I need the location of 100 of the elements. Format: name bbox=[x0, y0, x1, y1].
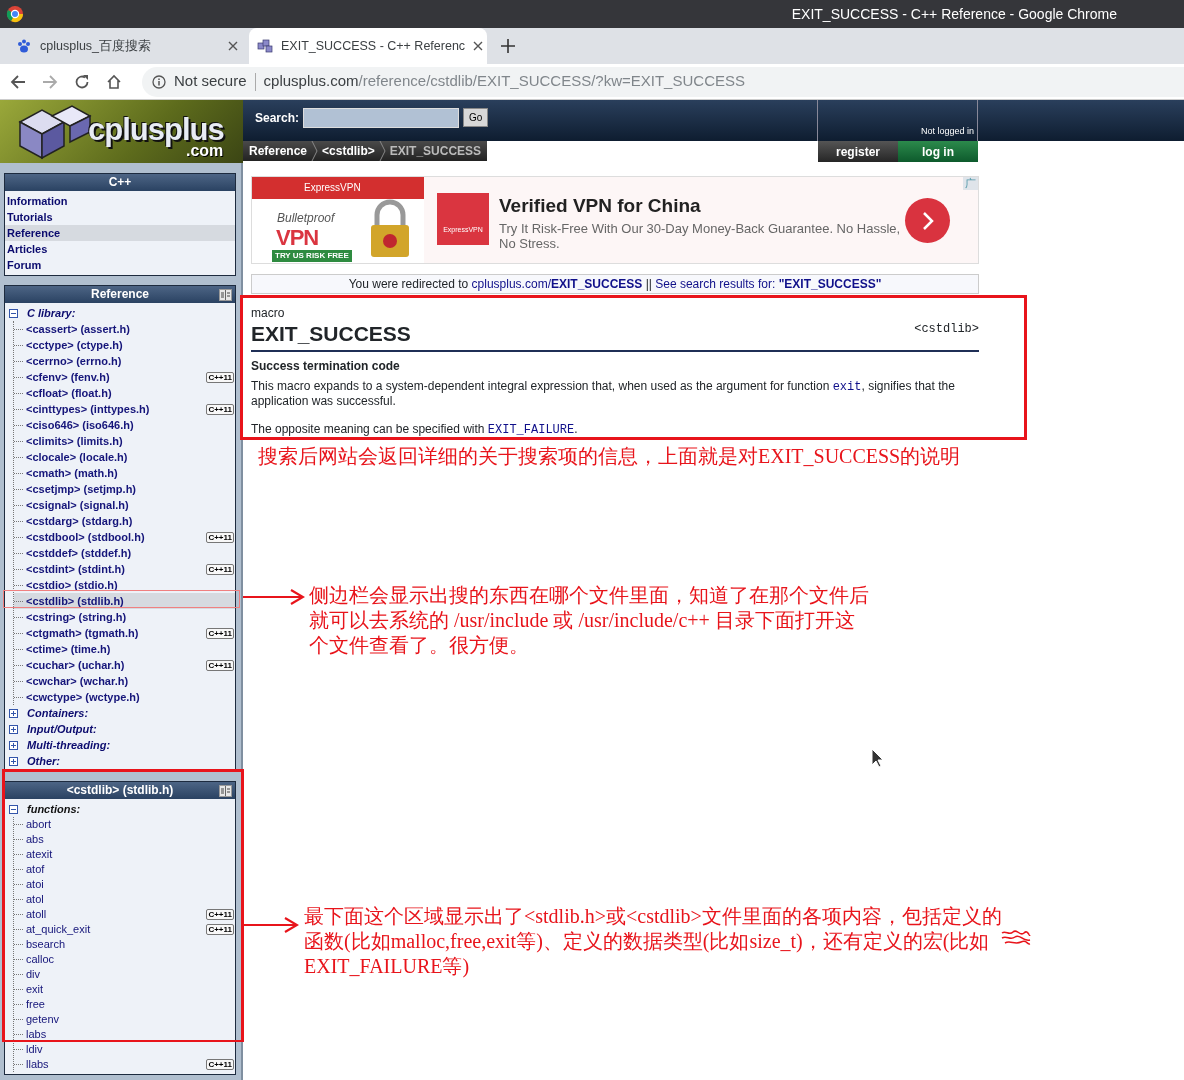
cursor-icon bbox=[871, 748, 885, 768]
collapse-icon[interactable] bbox=[9, 308, 18, 318]
menu-link[interactable]: Reference bbox=[5, 225, 235, 241]
collapse-icon[interactable] bbox=[9, 804, 18, 814]
tree-link[interactable]: free bbox=[26, 998, 45, 1010]
tree-link[interactable]: getenv bbox=[26, 1013, 60, 1025]
tree-link[interactable]: ldiv bbox=[26, 1043, 43, 1055]
annotation-arrow bbox=[243, 588, 305, 606]
address-bar[interactable]: Not secure cplusplus.com/reference/cstdlib/EXIT_SUCCESS/?kw=EXIT_SUCCESS bbox=[142, 66, 1184, 97]
expand-icon[interactable] bbox=[9, 756, 18, 766]
panel-title: C++ bbox=[108, 175, 132, 189]
tree-link[interactable]: <ctime> (time.h) bbox=[26, 643, 111, 655]
menu-link[interactable]: Information bbox=[5, 193, 235, 209]
register-button[interactable]: register bbox=[818, 141, 898, 162]
tree-link[interactable]: llabs bbox=[26, 1058, 49, 1070]
tree-link[interactable]: <cassert> (assert.h) bbox=[26, 323, 130, 335]
tree-link[interactable]: exit bbox=[26, 983, 44, 995]
tree-link[interactable]: <cstddef> (stddef.h) bbox=[26, 547, 132, 559]
go-button[interactable]: Go bbox=[463, 108, 489, 127]
version-badge: C++11 bbox=[206, 404, 234, 415]
chevron-icon bbox=[311, 141, 319, 161]
site-logo[interactable]: cplusplus .com bbox=[0, 100, 243, 163]
close-icon[interactable] bbox=[228, 41, 238, 51]
entry-kind: macro bbox=[251, 305, 286, 322]
login-status: Not logged in bbox=[920, 124, 974, 138]
search-field[interactable] bbox=[303, 107, 460, 128]
ad-brand: ExpressVPN bbox=[252, 177, 424, 199]
expand-icon[interactable] bbox=[9, 708, 18, 718]
breadcrumb-link[interactable]: <cstdlib> bbox=[322, 142, 375, 160]
tree-link[interactable]: <cwctype> (wctype.h) bbox=[26, 691, 140, 703]
tree-link[interactable]: <ctgmath> (tgmath.h) bbox=[26, 627, 139, 639]
browser-tab[interactable]: EXIT_SUCCESS - C++ Referenc bbox=[249, 28, 487, 64]
tree-link[interactable]: div bbox=[26, 968, 41, 980]
tree-link[interactable]: <climits> (limits.h) bbox=[26, 435, 123, 447]
login-button[interactable]: log in bbox=[898, 141, 978, 162]
url-text: cplusplus.com/reference/cstdlib/EXIT_SUCCESS/?kw=EXIT_SUCCESS bbox=[263, 71, 745, 92]
tree-link[interactable]: atoll bbox=[26, 908, 47, 920]
menu-link[interactable]: Tutorials bbox=[5, 209, 235, 225]
panel-title: <cstdlib> (stdlib.h) bbox=[66, 783, 174, 797]
tree-group-label[interactable]: functions: bbox=[27, 801, 81, 817]
close-icon[interactable] bbox=[473, 41, 484, 51]
tree-group-label[interactable]: Multi-threading: bbox=[27, 737, 111, 753]
tree-link[interactable]: <cctype> (ctype.h) bbox=[26, 339, 123, 351]
tree-link[interactable]: <cstdarg> (stdarg.h) bbox=[26, 515, 133, 527]
header-name: <cstdlib> bbox=[914, 322, 979, 336]
expand-icon[interactable] bbox=[9, 724, 18, 734]
back-icon[interactable] bbox=[10, 73, 26, 90]
tree-link[interactable]: <csignal> (signal.h) bbox=[26, 499, 129, 511]
description-text: This macro expands to a system-dependent integral expression that, when used as the argument for function exit, signifies that the application was successful. bbox=[251, 379, 956, 408]
tree-link[interactable]: <cfenv> (fenv.h) bbox=[26, 371, 110, 383]
window-title: EXIT_SUCCESS - C++ Reference - Google Chrome bbox=[791, 4, 1117, 24]
expand-icon[interactable] bbox=[9, 740, 18, 750]
tree-link[interactable]: <cuchar> (uchar.h) bbox=[26, 659, 125, 671]
tree-link[interactable]: <cwchar> (wchar.h) bbox=[26, 675, 129, 687]
redirect-link[interactable]: cplusplus.com/EXIT_SUCCESS bbox=[471, 277, 643, 291]
tree-group-label[interactable]: Containers: bbox=[27, 705, 89, 721]
breadcrumb-link[interactable]: Reference bbox=[249, 142, 308, 160]
description-text: The opposite meaning can be specified with EXIT_FAILURE. bbox=[251, 422, 579, 437]
tree-link[interactable]: <cstring> (string.h) bbox=[26, 611, 127, 623]
reload-icon[interactable] bbox=[74, 73, 90, 90]
ad-cta[interactable]: TRY US RISK FREE bbox=[272, 250, 352, 262]
tree-link[interactable]: atexit bbox=[26, 848, 53, 860]
entry-title: EXIT_SUCCESS bbox=[251, 322, 411, 346]
menu-link[interactable]: Articles bbox=[5, 241, 235, 257]
tree-link[interactable]: <cfloat> (float.h) bbox=[26, 387, 112, 399]
tree-link[interactable]: <ciso646> (iso646.h) bbox=[26, 419, 134, 431]
menu-link[interactable]: Forum bbox=[5, 257, 235, 273]
tree-link[interactable]: at_quick_exit bbox=[26, 923, 91, 935]
tree-link[interactable]: labs bbox=[26, 1028, 47, 1040]
tree-link[interactable]: bsearch bbox=[26, 938, 66, 950]
version-badge: C++11 bbox=[206, 564, 234, 575]
tree-link[interactable]: calloc bbox=[26, 953, 55, 965]
tree-link[interactable]: <cstdint> (stdint.h) bbox=[26, 563, 125, 575]
ad-text: Try It Risk-Free With Our 30-Day Money-Back Guarantee. No Hassle, No Stress. bbox=[499, 220, 902, 251]
tree-link[interactable]: <clocale> (locale.h) bbox=[26, 451, 128, 463]
tree-link[interactable]: atof bbox=[26, 863, 45, 875]
tree-group-label[interactable]: Input/Output: bbox=[27, 721, 97, 737]
sort-icon[interactable] bbox=[219, 785, 232, 797]
tree-link[interactable]: abort bbox=[26, 818, 52, 830]
version-badge: C++11 bbox=[206, 1059, 234, 1070]
tree-link[interactable]: <cmath> (math.h) bbox=[26, 467, 118, 479]
tree-link[interactable]: atoi bbox=[26, 878, 44, 890]
browser-tab[interactable]: cplusplus_百度搜索 bbox=[8, 28, 246, 64]
tree-link[interactable]: atol bbox=[26, 893, 44, 905]
tree-group-label[interactable]: Other: bbox=[27, 753, 60, 769]
new-tab-icon[interactable] bbox=[501, 39, 515, 53]
tree-link[interactable]: <cstdbool> (stdbool.h) bbox=[26, 531, 145, 543]
sort-icon[interactable] bbox=[219, 289, 232, 301]
tree-group-label[interactable]: C library: bbox=[27, 305, 76, 321]
search-results-link[interactable]: See search results for: "EXIT_SUCCESS" bbox=[655, 277, 882, 291]
tree-link[interactable]: <csetjmp> (setjmp.h) bbox=[26, 483, 137, 495]
annotation-text: 搜索后网站会返回详细的关于搜索项的信息，上面就是对EXIT_SUCCESS的说明 bbox=[258, 444, 962, 469]
tree-link[interactable]: <cstdio> (stdio.h) bbox=[26, 579, 118, 591]
next-button[interactable] bbox=[905, 198, 950, 243]
paw-icon bbox=[16, 38, 32, 54]
home-icon[interactable] bbox=[106, 73, 122, 90]
tree-link[interactable]: <cerrno> (errno.h) bbox=[26, 355, 122, 367]
annotation-text: 最下面这个区域显示出了<stdlib.h>或<cstdlib>文件里面的各项内容，包括定义的函数(比如malloc,free,exit等)、定义的数据类型(比如size_t)，还有定义的宏(比如EXIT_FAILURE等) bbox=[304, 904, 1003, 979]
tree-link[interactable]: abs bbox=[26, 833, 44, 845]
tree-link[interactable]: <cinttypes> (inttypes.h) bbox=[26, 403, 150, 415]
